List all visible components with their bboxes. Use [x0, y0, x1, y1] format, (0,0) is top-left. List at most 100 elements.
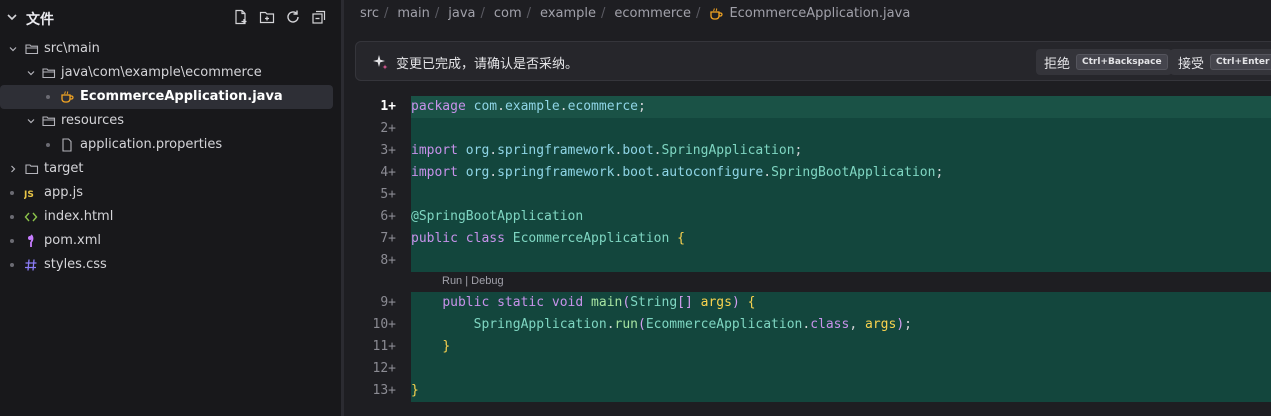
- tree-dot: [10, 215, 14, 219]
- tree-folder-java-package[interactable]: java\com\example\ecommerce: [0, 61, 333, 85]
- breadcrumb-separator: /: [383, 6, 389, 21]
- change-review-banner: 变更已完成，请确认是否采纳。 拒绝 Ctrl+Backspace 接受 Ctrl…: [355, 41, 1271, 81]
- java-file-icon: [710, 7, 723, 20]
- new-file-icon[interactable]: [233, 9, 249, 25]
- accept-button[interactable]: 接受 Ctrl+Enter: [1170, 49, 1271, 75]
- line-number: 5+: [380, 187, 396, 202]
- folder-open-icon: [42, 68, 56, 79]
- accept-shortcut: Ctrl+Enter: [1210, 54, 1271, 70]
- chevron-down-icon[interactable]: [26, 68, 36, 78]
- tree-label: styles.css: [44, 257, 107, 272]
- line-number: 2+: [380, 121, 396, 136]
- code-line[interactable]: 3+ import org.springframework.boot.Sprin…: [344, 140, 1271, 162]
- tree-file-ecommerce-application-java[interactable]: EcommerceApplication.java: [0, 85, 333, 109]
- tree-folder-src-main[interactable]: src\main: [0, 37, 333, 61]
- tree-label: target: [44, 161, 84, 176]
- explorer-header: 文件: [0, 0, 341, 36]
- line-number: 11+: [372, 339, 396, 354]
- code-text: SpringApplication.run(EcommerceApplicati…: [473, 317, 912, 332]
- editor-pane: src / main / java / com / example / ecommerce…: [344, 0, 1271, 416]
- breadcrumb-separator: /: [696, 6, 701, 21]
- line-number: 9+: [380, 295, 396, 310]
- tree-file-app-js[interactable]: JS app.js: [0, 181, 333, 205]
- breadcrumb-separator: /: [526, 6, 532, 21]
- line-number: 6+: [380, 209, 396, 224]
- run-debug-codelens[interactable]: Run | Debug: [442, 275, 504, 287]
- line-number: 7+: [380, 231, 396, 246]
- code-text: import org.springframework.boot.autoconf…: [411, 165, 944, 180]
- tree-label: application.properties: [80, 137, 223, 152]
- collapse-all-icon[interactable]: [311, 9, 327, 25]
- code-line[interactable]: 10+ SpringApplication.run(EcommerceAppli…: [344, 314, 1271, 336]
- breadcrumb-item[interactable]: example: [540, 6, 596, 21]
- line-number: 8+: [380, 253, 396, 268]
- line-number: 12+: [372, 361, 396, 376]
- reject-button[interactable]: 拒绝 Ctrl+Backspace: [1036, 49, 1172, 75]
- code-line[interactable]: 12+: [344, 358, 1271, 380]
- breadcrumb-item[interactable]: src: [360, 6, 379, 21]
- breadcrumb-separator: /: [434, 6, 440, 21]
- code-line[interactable]: 11+ }: [344, 336, 1271, 358]
- java-file-icon: [61, 91, 74, 103]
- code-line[interactable]: 4+ import org.springframework.boot.autoc…: [344, 162, 1271, 184]
- code-line[interactable]: 5+: [344, 184, 1271, 206]
- chevron-down-icon[interactable]: [8, 44, 18, 54]
- tree-file-application-properties[interactable]: application.properties: [0, 133, 333, 157]
- tree-label: src\main: [44, 41, 100, 56]
- folder-icon: [25, 164, 39, 175]
- code-editor[interactable]: 1+ package com.example.ecommerce; 2+ 3+ …: [344, 96, 1271, 402]
- codelens-row: Run | Debug: [344, 272, 1271, 292]
- breadcrumb-current-file[interactable]: EcommerceApplication.java: [729, 6, 910, 21]
- breadcrumb-item[interactable]: java: [448, 6, 475, 21]
- code-line[interactable]: 6+ @SpringBootApplication: [344, 206, 1271, 228]
- code-text: import org.springframework.boot.SpringAp…: [411, 143, 803, 158]
- tree-dot: [46, 95, 50, 99]
- code-line[interactable]: 1+ package com.example.ecommerce;: [344, 96, 1271, 118]
- banner-message: 变更已完成，请确认是否采纳。: [396, 57, 579, 72]
- breadcrumb-item[interactable]: ecommerce: [614, 6, 691, 21]
- line-number: 13+: [372, 383, 396, 398]
- code-line[interactable]: 13+ }: [344, 380, 1271, 402]
- code-line[interactable]: 2+: [344, 118, 1271, 140]
- js-file-icon: JS: [24, 190, 34, 200]
- code-text: }: [411, 383, 419, 398]
- tree-label: resources: [61, 113, 125, 128]
- breadcrumb-item[interactable]: main: [397, 6, 429, 21]
- tree-file-index-html[interactable]: index.html: [0, 205, 333, 229]
- tree-label: app.js: [44, 185, 83, 200]
- tree-file-styles-css[interactable]: styles.css: [0, 253, 333, 277]
- line-number: 10+: [372, 317, 396, 332]
- tree-label: java\com\example\ecommerce: [61, 65, 262, 80]
- refresh-icon[interactable]: [285, 9, 301, 25]
- code-text: public static void main(String[] args) {: [442, 295, 756, 310]
- tree-dot: [46, 143, 50, 147]
- breadcrumb-separator: /: [601, 6, 606, 21]
- code-line[interactable]: 9+ public static void main(String[] args…: [344, 292, 1271, 314]
- chevron-right-icon[interactable]: [8, 164, 18, 174]
- code-line[interactable]: 8+: [344, 250, 1271, 272]
- new-folder-icon[interactable]: [259, 9, 275, 25]
- tree-dot: [10, 263, 14, 267]
- sparkle-icon: [373, 55, 388, 70]
- tree-folder-resources[interactable]: resources: [0, 109, 333, 133]
- tree-label: EcommerceApplication.java: [80, 89, 283, 104]
- file-explorer: 文件 src\main java\com\example\ecommerce E…: [0, 0, 341, 416]
- folder-open-icon: [25, 44, 39, 55]
- chevron-down-icon[interactable]: [26, 116, 36, 126]
- xml-file-icon: [28, 234, 34, 247]
- breadcrumb: src / main / java / com / example / ecommerce…: [360, 6, 910, 21]
- breadcrumb-item[interactable]: com: [494, 6, 522, 21]
- tree-file-pom-xml[interactable]: pom.xml: [0, 229, 333, 253]
- svg-text:JS: JS: [24, 190, 34, 200]
- folder-open-icon: [42, 116, 56, 127]
- breadcrumb-separator: /: [480, 6, 485, 21]
- chevron-down-icon[interactable]: [7, 12, 17, 22]
- tree-dot: [10, 191, 14, 195]
- code-text: @SpringBootApplication: [411, 209, 584, 224]
- line-number: 3+: [380, 143, 396, 158]
- reject-shortcut: Ctrl+Backspace: [1076, 54, 1168, 70]
- tree-folder-target[interactable]: target: [0, 157, 333, 181]
- code-text: package com.example.ecommerce;: [411, 99, 646, 114]
- explorer-title: 文件: [26, 12, 54, 28]
- code-line[interactable]: 7+ public class EcommerceApplication {: [344, 228, 1271, 250]
